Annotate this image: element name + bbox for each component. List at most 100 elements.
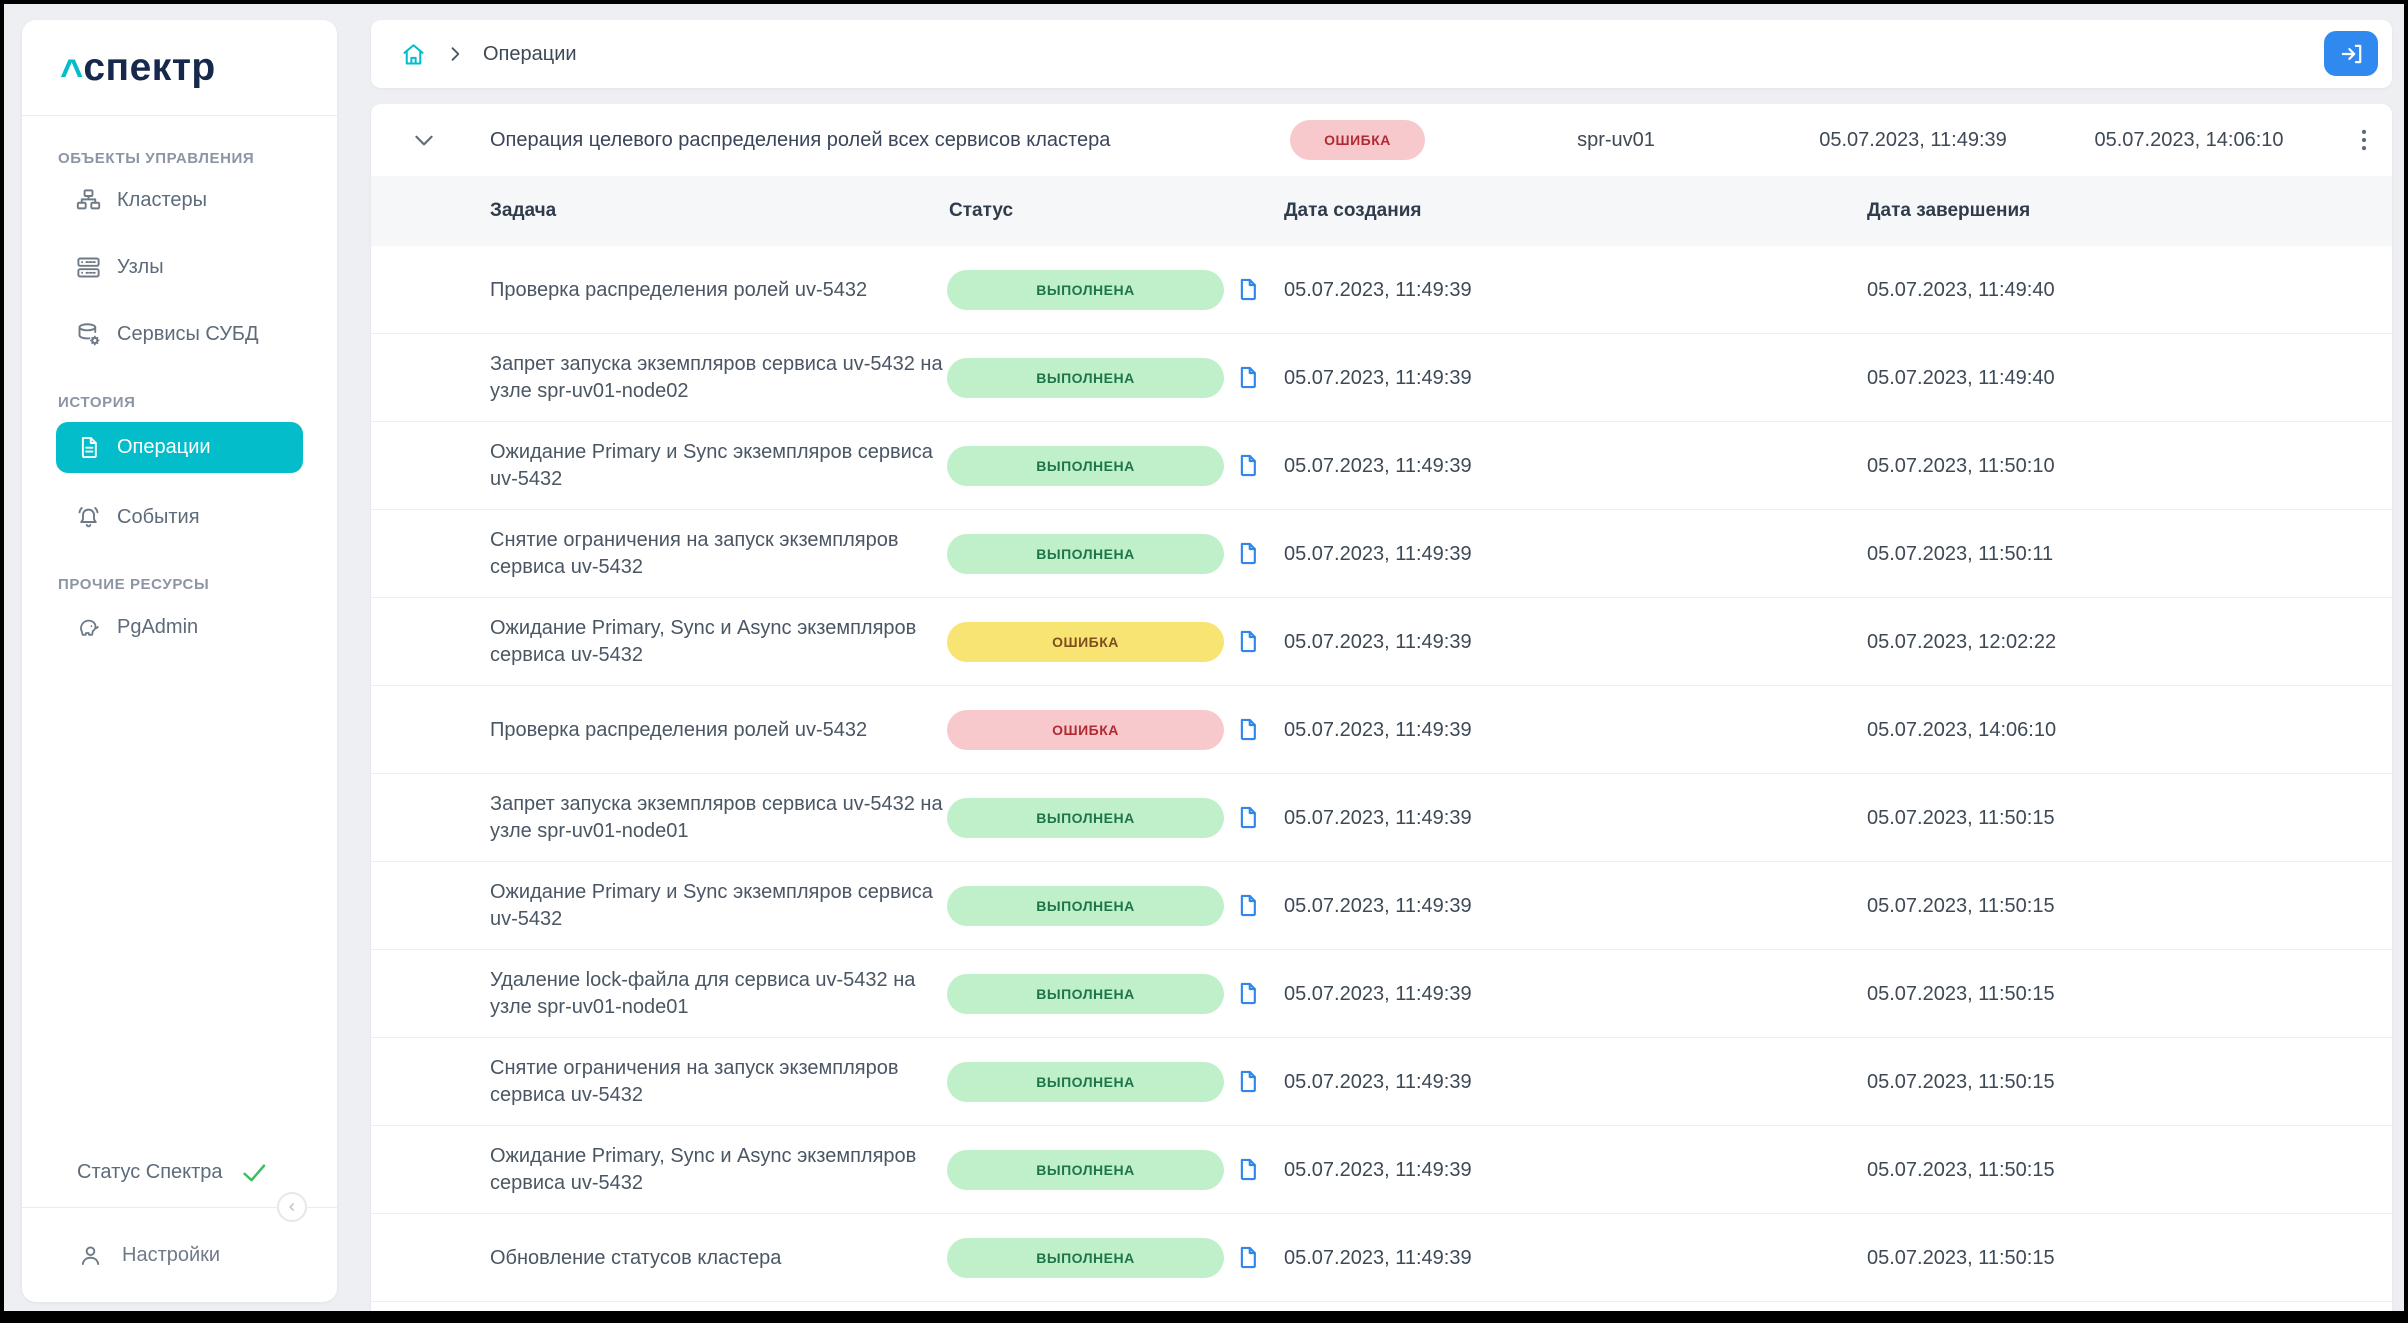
status-badge: ВЫПОЛНЕНА [947,446,1224,486]
task-created-date: 05.07.2023, 11:49:39 [1284,510,1472,598]
task-name: Ожидание Primary и Sync экземпляров серв… [490,862,960,950]
task-finished-date: 05.07.2023, 11:50:11 [1867,510,2053,598]
main-area: Операции Операция целевого распределения… [371,4,2392,1311]
chevron-down-icon[interactable] [411,127,437,153]
status-badge: ВЫПОЛНЕНА [947,886,1224,926]
spektr-status: Статус Спектра [22,1148,337,1196]
sidebar-collapse-button[interactable] [277,1192,307,1222]
task-created-date: 05.07.2023, 11:49:39 [1284,950,1472,1038]
section-other-resources: ПРОЧИЕ РЕСУРСЫ [58,576,209,593]
task-finished-date: 05.07.2023, 11:50:15 [1867,950,2055,1038]
task-name: Снятие ограничения на запуск экземпляров… [490,510,960,598]
sidebar-item-label: Кластеры [117,189,207,212]
table-row: Ожидание Primary и Sync экземпляров серв… [371,422,2392,510]
sidebar-item-nodes[interactable]: Узлы [22,243,337,291]
task-log-file-icon[interactable] [1234,1244,1261,1271]
sidebar-item-label: Узлы [117,256,164,279]
table-row: Ожидание Primary, Sync и Async экземпляр… [371,1126,2392,1214]
sidebar-item-label: Операции [117,436,211,459]
task-created-date: 05.07.2023, 11:49:39 [1284,598,1472,686]
events-icon [75,504,102,531]
task-name: Снятие ограничения на запуск экземпляров… [490,1038,960,1126]
app-frame: ^ спектр ОБЪЕКТЫ УПРАВЛЕНИЯ Кластеры [4,4,2404,1311]
operation-title: Операция целевого распределения ролей вс… [490,104,1110,176]
col-header-finished: Дата завершения [1867,176,2030,246]
breadcrumb-page: Операции [483,43,577,66]
task-finished-date: 05.07.2023, 12:02:22 [1867,598,2056,686]
table-row: Проверка распределения ролей uv-5432 ОШИ… [371,686,2392,774]
kebab-menu-icon[interactable] [2349,125,2379,155]
task-name: Запрет запуска экземпляров сервиса uv-54… [490,774,960,862]
sidebar-item-label: PgAdmin [117,616,198,639]
task-log-file-icon[interactable] [1234,716,1261,743]
operation-panel: Операция целевого распределения ролей вс… [371,104,2392,1311]
spektr-status-label: Статус Спектра [77,1161,223,1184]
task-finished-date: 05.07.2023, 11:50:15 [1867,1038,2055,1126]
status-badge: ВЫПОЛНЕНА [947,1062,1224,1102]
section-history: ИСТОРИЯ [58,394,135,411]
task-log-file-icon[interactable] [1234,892,1261,919]
task-log-file-icon[interactable] [1234,540,1261,567]
task-name: Удаление lock-файла для сервиса uv-5432 … [490,950,960,1038]
col-header-task: Задача [490,176,556,246]
sidebar-item-label: Сервисы СУБД [117,323,259,346]
task-log-file-icon[interactable] [1234,628,1261,655]
home-icon[interactable] [400,41,427,68]
operation-created-date: 05.07.2023, 11:49:39 [1807,104,2019,176]
status-badge: ОШИБКА [947,710,1224,750]
task-created-date: 05.07.2023, 11:49:39 [1284,774,1472,862]
db-services-icon [75,321,102,348]
task-created-date: 05.07.2023, 11:49:39 [1284,246,1472,334]
task-log-file-icon[interactable] [1234,276,1261,303]
table-row: Проверка распределения ролей uv-5432 ВЫП… [371,246,2392,334]
breadcrumb: Операции [371,20,2392,88]
logout-button[interactable] [2324,31,2378,76]
nodes-icon [75,254,102,281]
table-row: Удаление lock-файла для сервиса uv-5432 … [371,950,2392,1038]
sidebar-item-pgadmin[interactable]: PgAdmin [22,603,337,651]
operation-header: Операция целевого распределения ролей вс… [371,104,2392,176]
sidebar: ^ спектр ОБЪЕКТЫ УПРАВЛЕНИЯ Кластеры [22,20,337,1302]
task-finished-date: 05.07.2023, 14:06:10 [1867,686,2056,774]
table-row: Снятие ограничения на запуск экземпляров… [371,510,2392,598]
task-finished-date: 05.07.2023, 11:50:15 [1867,774,2055,862]
task-name: Проверка распределения ролей uv-5432 [490,246,960,334]
task-created-date: 05.07.2023, 11:49:39 [1284,422,1472,510]
task-name: Запрет запуска экземпляров сервиса uv-54… [490,334,960,422]
task-name: Проверка распределения ролей uv-5432 [490,686,960,774]
settings-row[interactable]: Настройки [22,1231,337,1279]
task-log-file-icon[interactable] [1234,1068,1261,1095]
task-name: Ожидание Primary и Sync экземпляров серв… [490,422,960,510]
section-management-objects: ОБЪЕКТЫ УПРАВЛЕНИЯ [58,150,254,167]
sidebar-item-operations[interactable]: Операции [56,422,303,473]
sidebar-item-label: События [117,506,200,529]
table-row: Запрет запуска экземпляров сервиса uv-54… [371,334,2392,422]
logo-caret-icon: ^ [60,59,83,89]
clusters-icon [75,187,102,214]
user-settings-icon [77,1242,104,1269]
task-log-file-icon[interactable] [1234,980,1261,1007]
task-created-date: 05.07.2023, 11:49:39 [1284,334,1472,422]
task-log-file-icon[interactable] [1234,452,1261,479]
sidebar-item-clusters[interactable]: Кластеры [22,176,337,224]
operation-finished-date: 05.07.2023, 14:06:10 [2083,104,2295,176]
status-badge: ВЫПОЛНЕНА [947,358,1224,398]
sidebar-item-events[interactable]: События [22,493,337,541]
settings-label: Настройки [122,1244,220,1267]
chevron-right-icon [445,44,465,64]
status-ok-check-icon [239,1157,269,1187]
sidebar-item-db-services[interactable]: Сервисы СУБД [22,310,337,358]
task-created-date: 05.07.2023, 11:49:39 [1284,862,1472,950]
task-created-date: 05.07.2023, 11:49:39 [1284,1038,1472,1126]
status-badge: ВЫПОЛНЕНА [947,270,1224,310]
task-log-file-icon[interactable] [1234,804,1261,831]
table-row: Запрет запуска экземпляров сервиса uv-54… [371,774,2392,862]
operations-icon [75,434,102,461]
task-log-file-icon[interactable] [1234,364,1261,391]
app-logo: ^ спектр [22,20,337,116]
task-log-file-icon[interactable] [1234,1156,1261,1183]
task-created-date: 05.07.2023, 11:49:39 [1284,1214,1472,1302]
task-name: Обновление статусов кластера [490,1214,960,1302]
pgadmin-icon [75,614,102,641]
col-header-status: Статус [949,176,1013,246]
